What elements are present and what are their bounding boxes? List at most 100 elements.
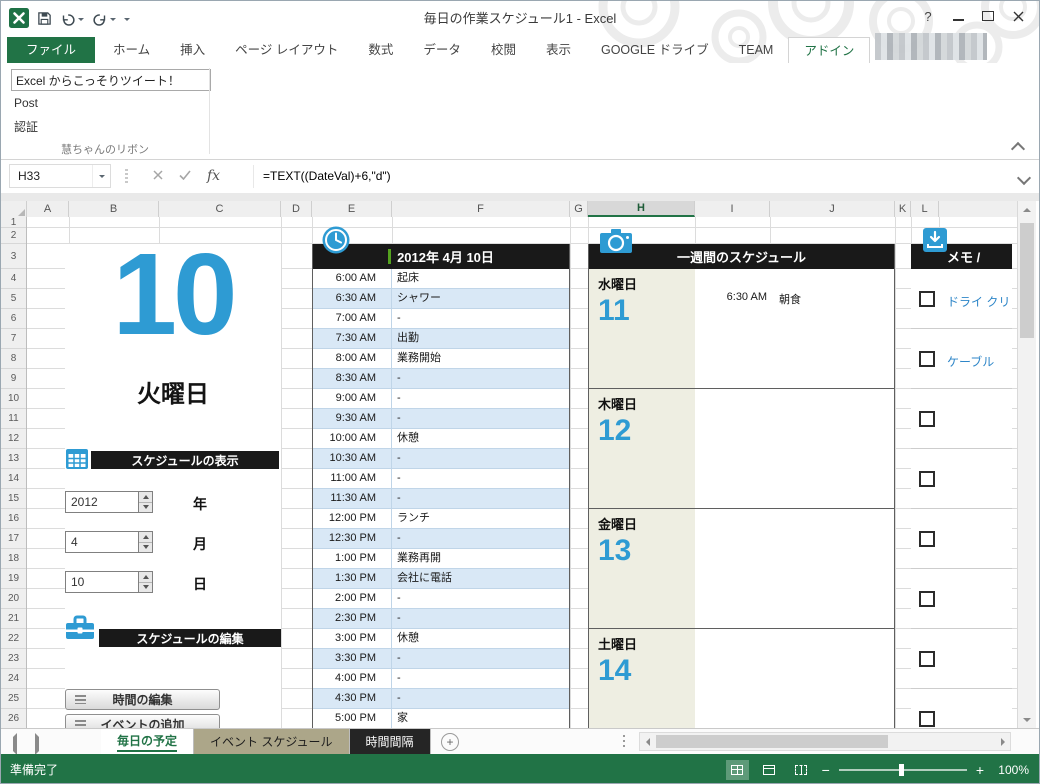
- memo-checkbox[interactable]: [919, 471, 935, 487]
- spin-down-button[interactable]: [139, 582, 152, 592]
- ribbon-tab[interactable]: ファイル: [7, 37, 96, 63]
- schedule-event-cell[interactable]: -: [392, 609, 569, 628]
- page-break-view-button[interactable]: [790, 760, 813, 780]
- zoom-slider[interactable]: [838, 763, 967, 776]
- column-header[interactable]: L: [911, 201, 939, 217]
- scroll-left-button[interactable]: [640, 733, 655, 750]
- ribbon-tab[interactable]: アドイン: [788, 37, 871, 64]
- row-header[interactable]: 11: [1, 409, 26, 429]
- schedule-event-cell[interactable]: 起床: [392, 269, 569, 288]
- row-header[interactable]: 14: [1, 469, 26, 489]
- column-header[interactable]: K: [895, 201, 911, 217]
- enter-check-icon[interactable]: [179, 169, 191, 183]
- row-header[interactable]: 24: [1, 669, 26, 689]
- zoom-slider-thumb[interactable]: [898, 763, 904, 776]
- ribbon-collapse-button[interactable]: [1010, 141, 1026, 157]
- schedule-event-cell[interactable]: -: [392, 489, 569, 508]
- ribbon-tab[interactable]: ページ レイアウト: [220, 37, 353, 63]
- spin-up-button[interactable]: [139, 492, 152, 503]
- name-box[interactable]: H33: [9, 164, 111, 188]
- formula-bar-expand-button[interactable]: [1016, 170, 1032, 186]
- row-header[interactable]: 5: [1, 289, 26, 309]
- zoom-percentage[interactable]: 100%: [993, 763, 1029, 777]
- column-header[interactable]: H: [588, 201, 695, 217]
- schedule-event-cell[interactable]: 休憩: [392, 629, 569, 648]
- sheet-tab[interactable]: イベント スケジュール: [194, 729, 350, 754]
- schedule-event-cell[interactable]: 休憩: [392, 429, 569, 448]
- row-header[interactable]: 15: [1, 489, 26, 509]
- row-header[interactable]: 18: [1, 549, 26, 569]
- schedule-time-cell[interactable]: 2:30 PM: [313, 609, 392, 628]
- schedule-time-cell[interactable]: 2:00 PM: [313, 589, 392, 608]
- weekly-entry-time[interactable]: 6:30 AM: [695, 291, 767, 311]
- weekly-entry-event[interactable]: 朝食: [767, 291, 801, 311]
- schedule-event-cell[interactable]: -: [392, 309, 569, 328]
- schedule-time-cell[interactable]: 6:30 AM: [313, 289, 392, 308]
- memo-item-text[interactable]: ドライ クリ: [947, 293, 1010, 310]
- schedule-time-cell[interactable]: 10:00 AM: [313, 429, 392, 448]
- excel-logo-icon[interactable]: [9, 8, 29, 31]
- schedule-time-cell[interactable]: 9:30 AM: [313, 409, 392, 428]
- row-header[interactable]: 3: [1, 244, 26, 269]
- column-header[interactable]: C: [159, 201, 281, 217]
- schedule-event-cell[interactable]: -: [392, 529, 569, 548]
- schedule-event-cell[interactable]: -: [392, 369, 569, 388]
- memo-checkbox[interactable]: [919, 351, 935, 367]
- schedule-event-cell[interactable]: -: [392, 689, 569, 708]
- ribbon-tab[interactable]: TEAM: [724, 37, 789, 63]
- schedule-time-cell[interactable]: 11:30 AM: [313, 489, 392, 508]
- ribbon-tab[interactable]: GOOGLE ドライブ: [586, 37, 724, 63]
- sheet-tab[interactable]: 毎日の予定: [101, 729, 195, 754]
- weekly-day-label-cell[interactable]: 水曜日 11: [589, 269, 695, 388]
- schedule-event-cell[interactable]: 家: [392, 709, 569, 728]
- page-layout-view-button[interactable]: [758, 760, 781, 780]
- horizontal-scrollbar[interactable]: [639, 732, 1011, 751]
- schedule-time-cell[interactable]: 6:00 AM: [313, 269, 392, 288]
- vertical-scrollbar[interactable]: [1017, 201, 1036, 728]
- row-header[interactable]: 20: [1, 589, 26, 609]
- row-header[interactable]: 7: [1, 329, 26, 349]
- column-header[interactable]: E: [312, 201, 392, 217]
- schedule-time-cell[interactable]: 4:00 PM: [313, 669, 392, 688]
- schedule-event-cell[interactable]: -: [392, 589, 569, 608]
- schedule-time-cell[interactable]: 1:30 PM: [313, 569, 392, 588]
- zoom-out-button[interactable]: −: [822, 763, 830, 777]
- schedule-event-cell[interactable]: -: [392, 469, 569, 488]
- scroll-down-button[interactable]: [1018, 711, 1036, 728]
- schedule-time-cell[interactable]: 8:00 AM: [313, 349, 392, 368]
- column-header[interactable]: B: [69, 201, 159, 217]
- schedule-time-cell[interactable]: 12:00 PM: [313, 509, 392, 528]
- cancel-icon[interactable]: [153, 169, 163, 183]
- schedule-event-cell[interactable]: 会社に電話: [392, 569, 569, 588]
- memo-checkbox[interactable]: [919, 591, 935, 607]
- spin-down-button[interactable]: [139, 542, 152, 552]
- post-button[interactable]: Post: [14, 96, 38, 110]
- schedule-time-cell[interactable]: 7:30 AM: [313, 329, 392, 348]
- minimize-button[interactable]: [943, 3, 973, 29]
- insert-function-button[interactable]: fx: [207, 168, 220, 184]
- row-header[interactable]: 6: [1, 309, 26, 329]
- formula-bar-grip[interactable]: [125, 169, 128, 184]
- help-button[interactable]: ?: [913, 3, 943, 29]
- zoom-in-button[interactable]: +: [976, 763, 984, 777]
- row-header[interactable]: 4: [1, 269, 26, 289]
- schedule-time-cell[interactable]: 3:30 PM: [313, 649, 392, 668]
- horizontal-scrollbar-thumb[interactable]: [656, 735, 888, 748]
- schedule-event-cell[interactable]: -: [392, 409, 569, 428]
- column-header[interactable]: A: [27, 201, 69, 217]
- schedule-time-cell[interactable]: 3:00 PM: [313, 629, 392, 648]
- row-header[interactable]: 10: [1, 389, 26, 409]
- row-header[interactable]: 21: [1, 609, 26, 629]
- tab-scrollbar-divider[interactable]: [623, 735, 625, 749]
- schedule-time-cell[interactable]: 5:00 PM: [313, 709, 392, 728]
- scroll-up-button[interactable]: [1018, 201, 1036, 218]
- schedule-event-cell[interactable]: 業務再開: [392, 549, 569, 568]
- row-header[interactable]: 26: [1, 709, 26, 728]
- year-input[interactable]: 2012: [65, 491, 139, 513]
- edit-time-button[interactable]: 時間の編集: [65, 689, 220, 710]
- memo-checkbox[interactable]: [919, 651, 935, 667]
- schedule-event-cell[interactable]: -: [392, 669, 569, 688]
- row-header[interactable]: 16: [1, 509, 26, 529]
- column-header[interactable]: F: [392, 201, 570, 217]
- schedule-event-cell[interactable]: ランチ: [392, 509, 569, 528]
